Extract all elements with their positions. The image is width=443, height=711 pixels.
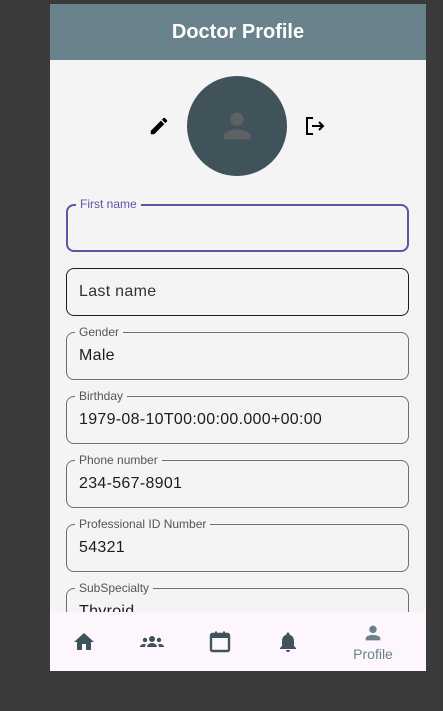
person-icon: [365, 625, 381, 640]
gender-value: Male: [79, 347, 115, 364]
nav-profile[interactable]: Profile: [343, 612, 403, 671]
gender-field[interactable]: Gender Male: [66, 325, 409, 380]
app-bar: Doctor Profile: [50, 4, 426, 60]
logout-icon[interactable]: [303, 114, 327, 138]
nav-profile-label: Profile: [353, 645, 393, 662]
first-name-field[interactable]: First name: [66, 197, 409, 252]
avatar[interactable]: [187, 76, 287, 176]
nav-notifications[interactable]: [258, 612, 318, 671]
phone-screen: Doctor Profile First name Last name Gend…: [50, 4, 426, 671]
phone-label: Phone number: [75, 453, 162, 467]
professional-id-field[interactable]: Professional ID Number 54321: [66, 517, 409, 572]
birthday-value: 1979-08-10T00:00:00.000+00:00: [79, 411, 323, 428]
person-icon: [223, 112, 251, 140]
professional-id-value: 54321: [79, 539, 125, 556]
phone-value: 234-567-8901: [79, 475, 183, 492]
birthday-field[interactable]: Birthday 1979-08-10T00:00:00.000+00:00: [66, 389, 409, 444]
subspecialty-label: SubSpecialty: [75, 581, 154, 595]
calendar-icon: [209, 631, 231, 652]
professional-id-label: Professional ID Number: [75, 517, 211, 531]
nav-patients[interactable]: [122, 612, 182, 671]
nav-home[interactable]: [54, 612, 114, 671]
birthday-label: Birthday: [75, 389, 128, 403]
nav-calendar[interactable]: [190, 612, 250, 671]
gender-label: Gender: [75, 325, 124, 339]
pencil-icon[interactable]: [148, 115, 170, 137]
last-name-placeholder: Last name: [79, 283, 157, 300]
first-name-label: First name: [76, 197, 141, 211]
group-icon: [140, 635, 164, 647]
last-name-field[interactable]: Last name: [66, 268, 409, 316]
bottom-nav: Profile: [50, 612, 426, 671]
home-icon: [74, 632, 94, 650]
phone-field[interactable]: Phone number 234-567-8901: [66, 453, 409, 508]
bell-icon: [280, 632, 296, 652]
page-title: Doctor Profile: [171, 20, 305, 43]
